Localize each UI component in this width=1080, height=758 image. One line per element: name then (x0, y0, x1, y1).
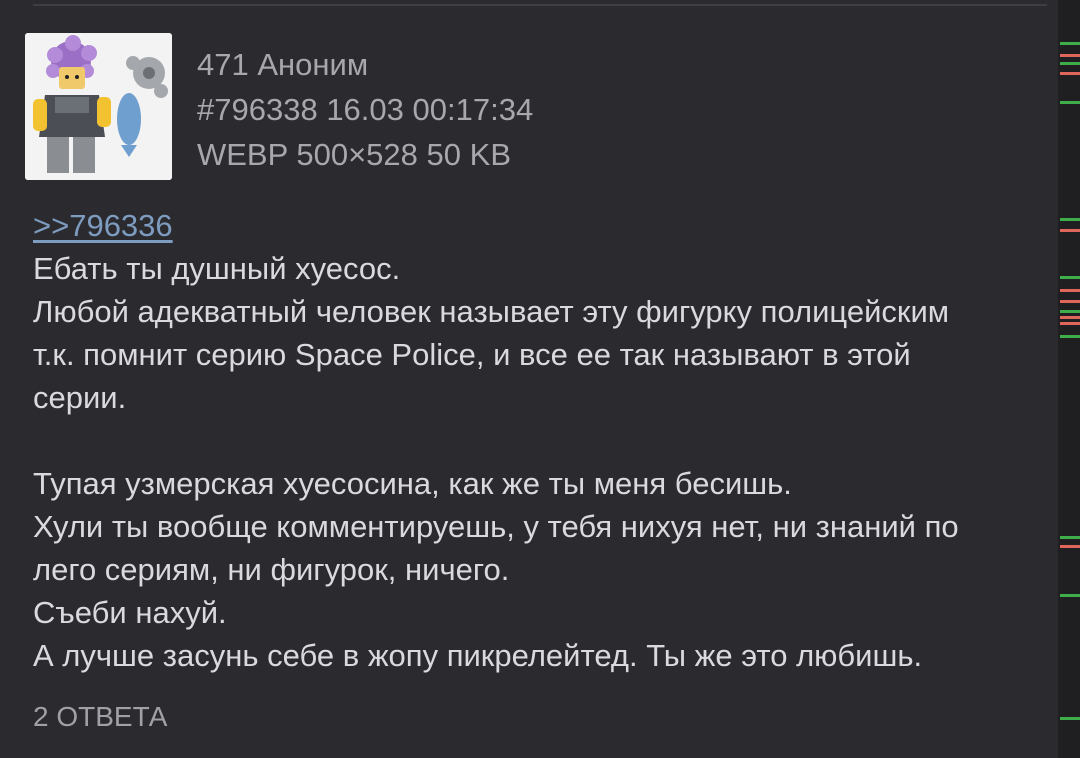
scroll-mark (1060, 322, 1080, 325)
scrollbar[interactable] (1058, 0, 1080, 758)
post-header-line: 471 Аноним (197, 42, 533, 87)
post: 471 Аноним #796338 16.03 00:17:34 WEBP 5… (0, 0, 1058, 758)
scroll-mark (1060, 289, 1080, 292)
post-text-line: Съеби нахуй. (33, 595, 227, 630)
replies-button[interactable]: 2 ОТВЕТА (33, 695, 167, 739)
reply-link[interactable]: >>796336 (33, 208, 173, 243)
scroll-mark (1060, 101, 1080, 104)
scroll-mark (1060, 717, 1080, 720)
scroll-mark (1060, 545, 1080, 548)
scroll-mark (1060, 316, 1080, 319)
file-dimensions: 500×528 (296, 137, 418, 172)
post-thumbnail[interactable] (25, 33, 172, 180)
post-text-line: Любой адекватный человек называет эту фи… (33, 294, 950, 329)
post-text-line: А лучше засунь себе в жопу пикрелейтед. … (33, 638, 923, 673)
scroll-mark (1060, 300, 1080, 303)
scroll-mark (1060, 42, 1080, 45)
post-text-line: серии. (33, 380, 127, 415)
scroll-mark (1060, 276, 1080, 279)
top-divider (33, 4, 1047, 6)
file-info-line: WEBP 500×528 50 KB (197, 132, 533, 177)
scroll-mark (1060, 218, 1080, 221)
lego-minifigure-image (25, 33, 172, 180)
scroll-mark (1060, 72, 1080, 75)
post-text-line: Хули ты вообще комментируешь, у тебя них… (33, 509, 959, 544)
post-time: 00:17:34 (412, 92, 534, 127)
file-format: WEBP (197, 137, 288, 172)
post-meta: 471 Аноним #796338 16.03 00:17:34 WEBP 5… (197, 42, 533, 177)
post-id-line: #796338 16.03 00:17:34 (197, 87, 533, 132)
post-number: 471 (197, 47, 249, 82)
scroll-mark (1060, 54, 1080, 57)
scroll-mark (1060, 62, 1080, 65)
post-text-line: лего сериям, ни фигурок, ничего. (33, 552, 510, 587)
post-body: >>796336 Ебать ты душный хуесос. Любой а… (33, 204, 1053, 677)
post-date: 16.03 (326, 92, 404, 127)
scroll-mark (1060, 335, 1080, 338)
scroll-mark (1060, 536, 1080, 539)
scroll-mark (1060, 594, 1080, 597)
post-text-line: Тупая узмерская хуесосина, как же ты мен… (33, 466, 792, 501)
post-text-line: т.к. помнит серию Space Police, и все ее… (33, 337, 911, 372)
scroll-mark (1060, 310, 1080, 313)
scroll-mark (1060, 229, 1080, 232)
post-id[interactable]: #796338 (197, 92, 318, 127)
post-author: Аноним (257, 47, 369, 82)
file-size: 50 KB (426, 137, 511, 172)
post-text-line: Ебать ты душный хуесос. (33, 251, 401, 286)
